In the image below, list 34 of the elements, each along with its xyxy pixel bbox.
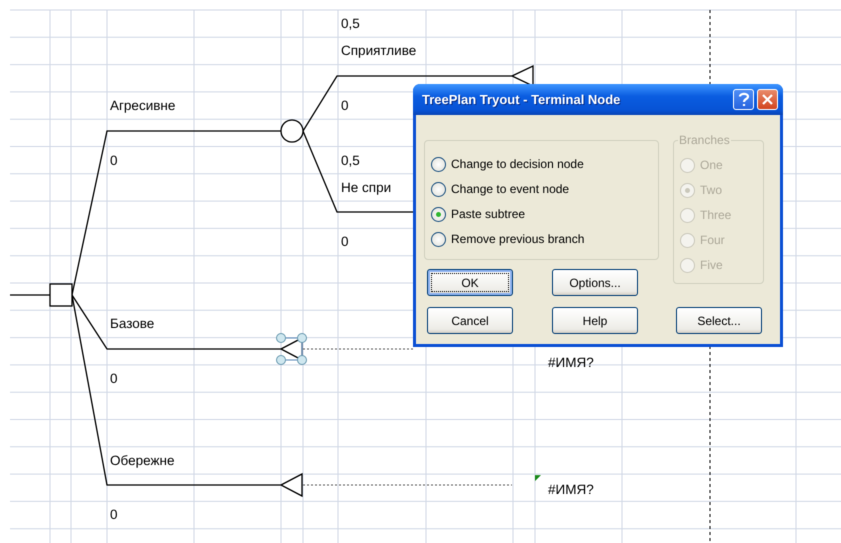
branch-label: Обережне xyxy=(110,452,174,470)
close-button[interactable] xyxy=(757,89,778,110)
window-title: TreePlan Tryout - Terminal Node xyxy=(422,92,622,107)
radio-option[interactable]: Remove previous branch xyxy=(431,229,658,249)
branch-value: 0 xyxy=(110,370,118,388)
event-node[interactable] xyxy=(280,119,304,143)
dialog-button[interactable]: Select... xyxy=(676,307,762,334)
group-title: Branches xyxy=(678,133,731,147)
result-cell-text: #ИМЯ? xyxy=(548,481,594,500)
dialog-button[interactable]: OK xyxy=(427,269,513,296)
radio-option[interactable]: Paste subtree xyxy=(431,204,658,224)
dialog-button[interactable]: Options... xyxy=(552,269,638,296)
help-button[interactable] xyxy=(733,89,754,110)
probability-value: 0,5 xyxy=(341,15,360,33)
branch-value: 0 xyxy=(110,506,118,524)
outcome-label: Не спри xyxy=(341,178,392,197)
decision-node[interactable] xyxy=(49,283,73,307)
radio-option[interactable]: Change to event node xyxy=(431,179,658,199)
outcome-value: 0 xyxy=(341,96,349,115)
root-line xyxy=(10,294,50,296)
dialog-button[interactable]: Help xyxy=(552,307,638,334)
close-icon xyxy=(762,94,773,105)
branch-label: Базове xyxy=(110,315,154,334)
branch-value: 0 xyxy=(110,152,118,170)
result-cell-text: #ИМЯ? xyxy=(548,354,594,372)
dialog-button[interactable]: Cancel xyxy=(427,307,513,334)
outcome-label: Сприятливе xyxy=(341,42,416,60)
outcome-value: 0 xyxy=(341,233,349,252)
branch-label: Агресивне xyxy=(110,96,176,115)
terminal-node[interactable] xyxy=(276,333,307,365)
radio-option[interactable]: Change to decision node xyxy=(431,154,658,174)
probability-value: 0,5 xyxy=(341,152,360,170)
question-icon xyxy=(738,92,750,107)
terminal-node[interactable] xyxy=(280,472,303,498)
